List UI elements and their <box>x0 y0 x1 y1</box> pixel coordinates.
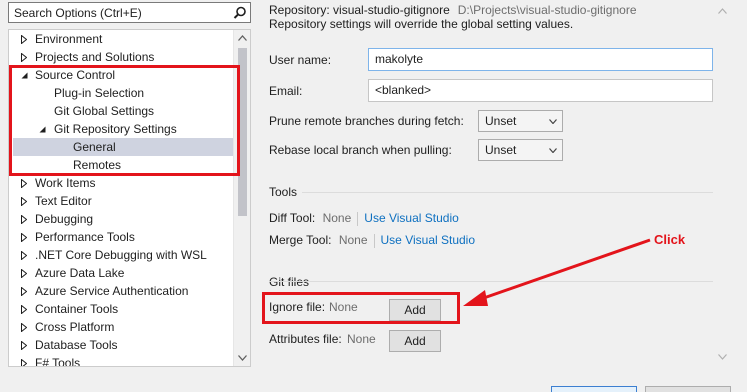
cancel-button[interactable] <box>645 386 731 392</box>
ok-button[interactable] <box>551 386 637 392</box>
arrow-annotation-icon <box>463 238 651 306</box>
click-annotation: Click <box>654 232 686 247</box>
